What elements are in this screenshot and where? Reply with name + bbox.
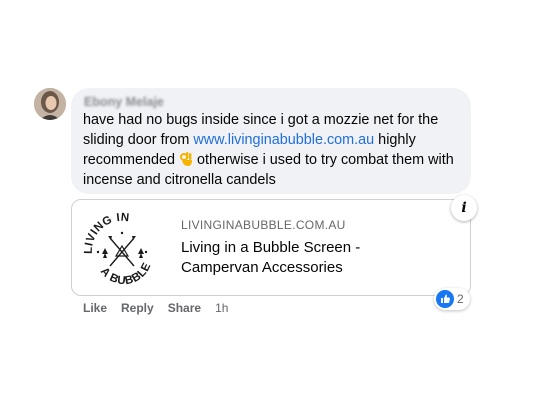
comment-actions: Like Reply Share 1h: [83, 301, 228, 315]
comment-link[interactable]: www.livinginabubble.com.au: [193, 132, 374, 148]
author-name-blurred[interactable]: Ebony Melaje: [84, 95, 164, 109]
avatar-photo: [34, 88, 66, 120]
reply-button[interactable]: Reply: [121, 301, 154, 315]
comment-text: have had no bugs inside since i got a mo…: [83, 110, 459, 190]
comment-bubble: Ebony Melaje have had no bugs inside sin…: [71, 88, 471, 194]
like-button[interactable]: Like: [83, 301, 107, 315]
info-icon: i: [461, 200, 467, 216]
info-button[interactable]: i: [451, 195, 477, 221]
svg-text:A BUBBLE: A BUBBLE: [98, 261, 154, 288]
reaction-summary[interactable]: 2: [434, 288, 470, 310]
link-preview-title[interactable]: Living in a Bubble Screen - Campervan Ac…: [181, 238, 421, 278]
comment-author[interactable]: Ebony Melaje: [84, 94, 459, 110]
reaction-count: 2: [457, 292, 464, 306]
commenter-avatar[interactable]: [34, 88, 66, 120]
link-preview-domain[interactable]: LIVINGINABUBBLE.COM.AU: [181, 218, 346, 232]
comment-timestamp[interactable]: 1h: [215, 301, 228, 315]
living-in-a-bubble-logo: LIVING IN A BUBBLE: [83, 212, 154, 288]
share-button[interactable]: Share: [168, 301, 201, 315]
ok-hand-emoji-icon: [180, 152, 192, 166]
like-icon: [436, 290, 454, 308]
link-preview-card[interactable]: LIVING IN A BUBBLE LIVINGINABUBBLE.COM.A…: [71, 199, 471, 296]
